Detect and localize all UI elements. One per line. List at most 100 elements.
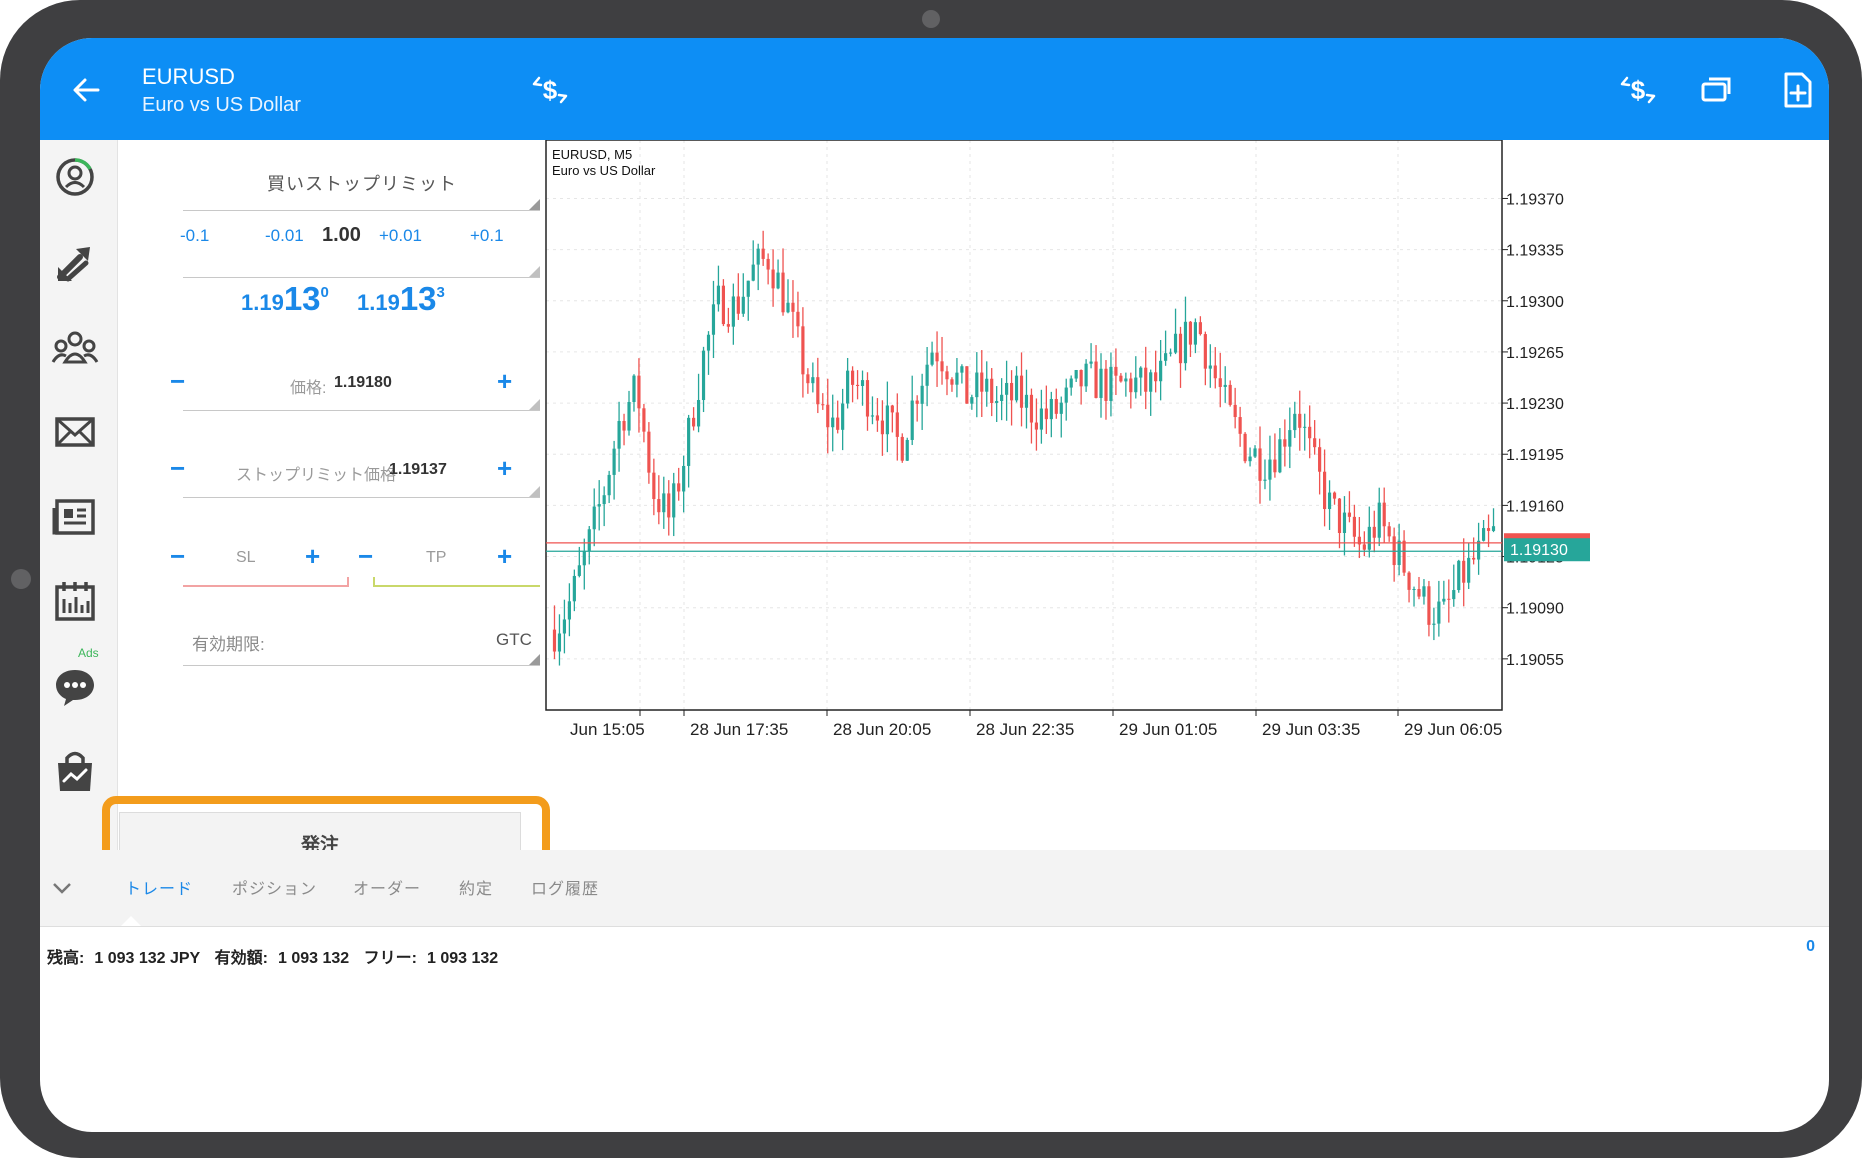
candle-body <box>1000 394 1004 401</box>
symbol-description: Euro vs US Dollar <box>142 94 301 116</box>
candle-body <box>1327 492 1332 510</box>
candle-body <box>1029 394 1034 423</box>
candle-body <box>890 405 894 413</box>
tab-orders[interactable]: オーダー <box>353 875 421 899</box>
tab-deals[interactable]: 約定 <box>459 875 493 899</box>
volume-minus-001-button[interactable]: -0.01 <box>265 226 304 246</box>
price-chart[interactable]: 1.19370 1.19335 1.19300 1.19265 1.19230 1.191… <box>540 140 1829 850</box>
candle-body <box>1074 370 1078 379</box>
chart-subtitle: Euro vs US Dollar <box>552 163 656 178</box>
candle-body <box>1313 438 1317 448</box>
ads-label: Ads <box>78 646 99 660</box>
y-tick-label: 1.19230 <box>1506 396 1564 413</box>
current-price-label: 1.19130 <box>1510 542 1568 559</box>
candle-body <box>1154 372 1158 382</box>
candle-body <box>1188 321 1193 345</box>
candle-body <box>995 400 999 404</box>
quotes-icon[interactable] <box>50 152 100 202</box>
stoplimit-value[interactable]: 1.19137 <box>389 461 447 479</box>
candle-body <box>1472 557 1476 560</box>
bid-price-big: 13 <box>283 280 321 317</box>
calendar-icon[interactable] <box>50 577 100 627</box>
candle-body <box>786 302 790 313</box>
tp-label[interactable]: TP <box>426 549 446 567</box>
candle-body <box>1099 368 1103 398</box>
candle-body <box>1014 375 1019 401</box>
candle-body <box>677 483 681 492</box>
candle-body <box>1481 528 1486 541</box>
candle-body <box>885 405 889 435</box>
volume-value[interactable]: 1.00 <box>322 224 361 247</box>
ask-price-prefix: 1.19 <box>357 290 400 315</box>
candle-body <box>771 269 775 289</box>
price-plus-button[interactable]: + <box>497 368 512 394</box>
volume-minus-01-button[interactable]: -0.1 <box>180 226 209 246</box>
candle-body <box>627 401 631 431</box>
candle-body <box>1382 502 1386 527</box>
sl-plus-button[interactable]: + <box>305 543 320 569</box>
mail-icon[interactable] <box>50 407 100 457</box>
active-tab-caret <box>121 916 141 926</box>
add-document-icon[interactable] <box>1778 70 1818 110</box>
order-type-select[interactable]: 買いストップリミット <box>183 170 541 196</box>
candle-body <box>1278 439 1282 473</box>
candle-body <box>905 439 909 461</box>
market-icon[interactable] <box>50 747 100 797</box>
candle-body <box>1114 366 1118 376</box>
volume-plus-01-button[interactable]: +0.1 <box>470 226 504 246</box>
candle-body <box>875 415 880 421</box>
volume-plus-001-button[interactable]: +0.01 <box>379 226 422 246</box>
terminal-tabs: トレード ポジション オーダー 約定 ログ履歴 <box>40 850 1829 927</box>
candle-body <box>865 380 870 417</box>
candle-body <box>1308 426 1312 439</box>
candle-body <box>1248 456 1252 462</box>
candle-body <box>1432 623 1436 625</box>
candle-body <box>682 465 686 492</box>
tp-minus-button[interactable]: − <box>358 543 373 569</box>
back-arrow-icon[interactable] <box>68 72 104 108</box>
candle-body <box>756 248 760 265</box>
candle-body <box>572 575 576 602</box>
trade-icon[interactable]: $ <box>530 70 570 110</box>
candle-body <box>1397 540 1401 566</box>
news-icon[interactable] <box>50 492 100 542</box>
candle-body <box>716 285 721 305</box>
candle-body <box>985 378 989 392</box>
price-value[interactable]: 1.19180 <box>334 374 392 392</box>
trade-icon[interactable]: $ <box>1618 70 1658 110</box>
candle-body <box>597 504 601 507</box>
candle-body <box>945 371 949 380</box>
expiry-value[interactable]: GTC <box>496 630 532 650</box>
sl-label[interactable]: SL <box>236 549 256 567</box>
chevron-down-icon[interactable] <box>52 880 72 896</box>
chat-icon[interactable] <box>50 662 100 712</box>
candle-body <box>1387 526 1391 537</box>
candle-body <box>1283 439 1287 447</box>
candle-body <box>1422 586 1426 597</box>
sl-minus-button[interactable]: − <box>170 543 185 569</box>
candle-body <box>1119 375 1123 382</box>
free-margin-value: 1 093 132 <box>427 950 499 967</box>
price-minus-button[interactable]: − <box>170 368 185 394</box>
candle-body <box>826 404 830 428</box>
candle-body <box>806 374 810 384</box>
stoplimit-plus-button[interactable]: + <box>497 455 512 481</box>
candle-body <box>1124 378 1128 382</box>
bid-price: 1.19130 <box>241 280 329 318</box>
candle-body <box>701 350 706 401</box>
tab-trade[interactable]: トレード <box>125 875 193 899</box>
tp-plus-button[interactable]: + <box>497 543 512 569</box>
volume-underline <box>183 277 541 278</box>
chart-trade-icon[interactable] <box>50 237 100 287</box>
chart-canvas[interactable]: 1.19370 1.19335 1.19300 1.19265 1.19230 1.191… <box>540 140 1829 850</box>
community-icon[interactable] <box>50 322 100 372</box>
tab-positions[interactable]: ポジション <box>232 875 317 899</box>
expiry-label: 有効期限: <box>192 635 265 654</box>
stoplimit-minus-button[interactable]: − <box>170 455 185 481</box>
candle-body <box>1193 322 1198 345</box>
candle-body <box>1164 353 1168 361</box>
candle-body <box>557 633 562 652</box>
tab-journal[interactable]: ログ履歴 <box>531 875 599 899</box>
windows-icon[interactable] <box>1696 70 1736 110</box>
candle-body <box>850 370 855 385</box>
